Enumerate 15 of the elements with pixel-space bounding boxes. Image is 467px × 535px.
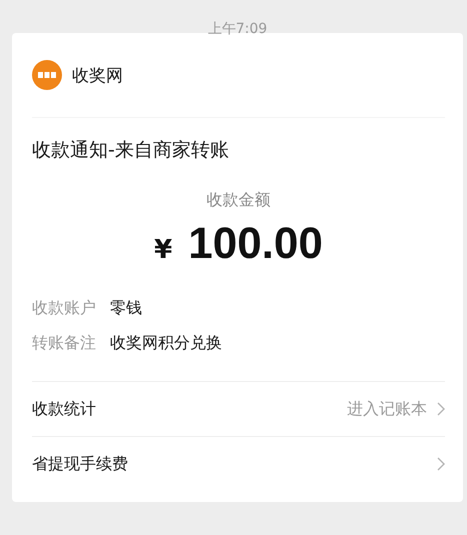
message-time: 上午7:09 (206, 20, 268, 33)
sender-name[interactable]: 收奖网 (72, 64, 123, 86)
logo-icon (32, 60, 62, 90)
detail-label: 收款账户 (32, 298, 96, 319)
detail-label: 转账备注 (32, 333, 96, 354)
chevron-right-icon[interactable] (437, 402, 445, 416)
detail-value: 收奖网积分兑换 (110, 333, 222, 354)
detail-value: 零钱 (110, 298, 142, 319)
amount-label: 收款金额 (206, 190, 272, 211)
currency-symbol: ¥ (154, 235, 172, 265)
chevron-right-icon[interactable] (437, 457, 445, 471)
notice-title: 收款通知-来自商家转账 (32, 138, 230, 163)
link-label[interactable]: 收款统计 (32, 398, 96, 420)
link-label[interactable]: 省提现手续费 (32, 454, 128, 474)
amount-value: 100.00 (188, 219, 323, 269)
